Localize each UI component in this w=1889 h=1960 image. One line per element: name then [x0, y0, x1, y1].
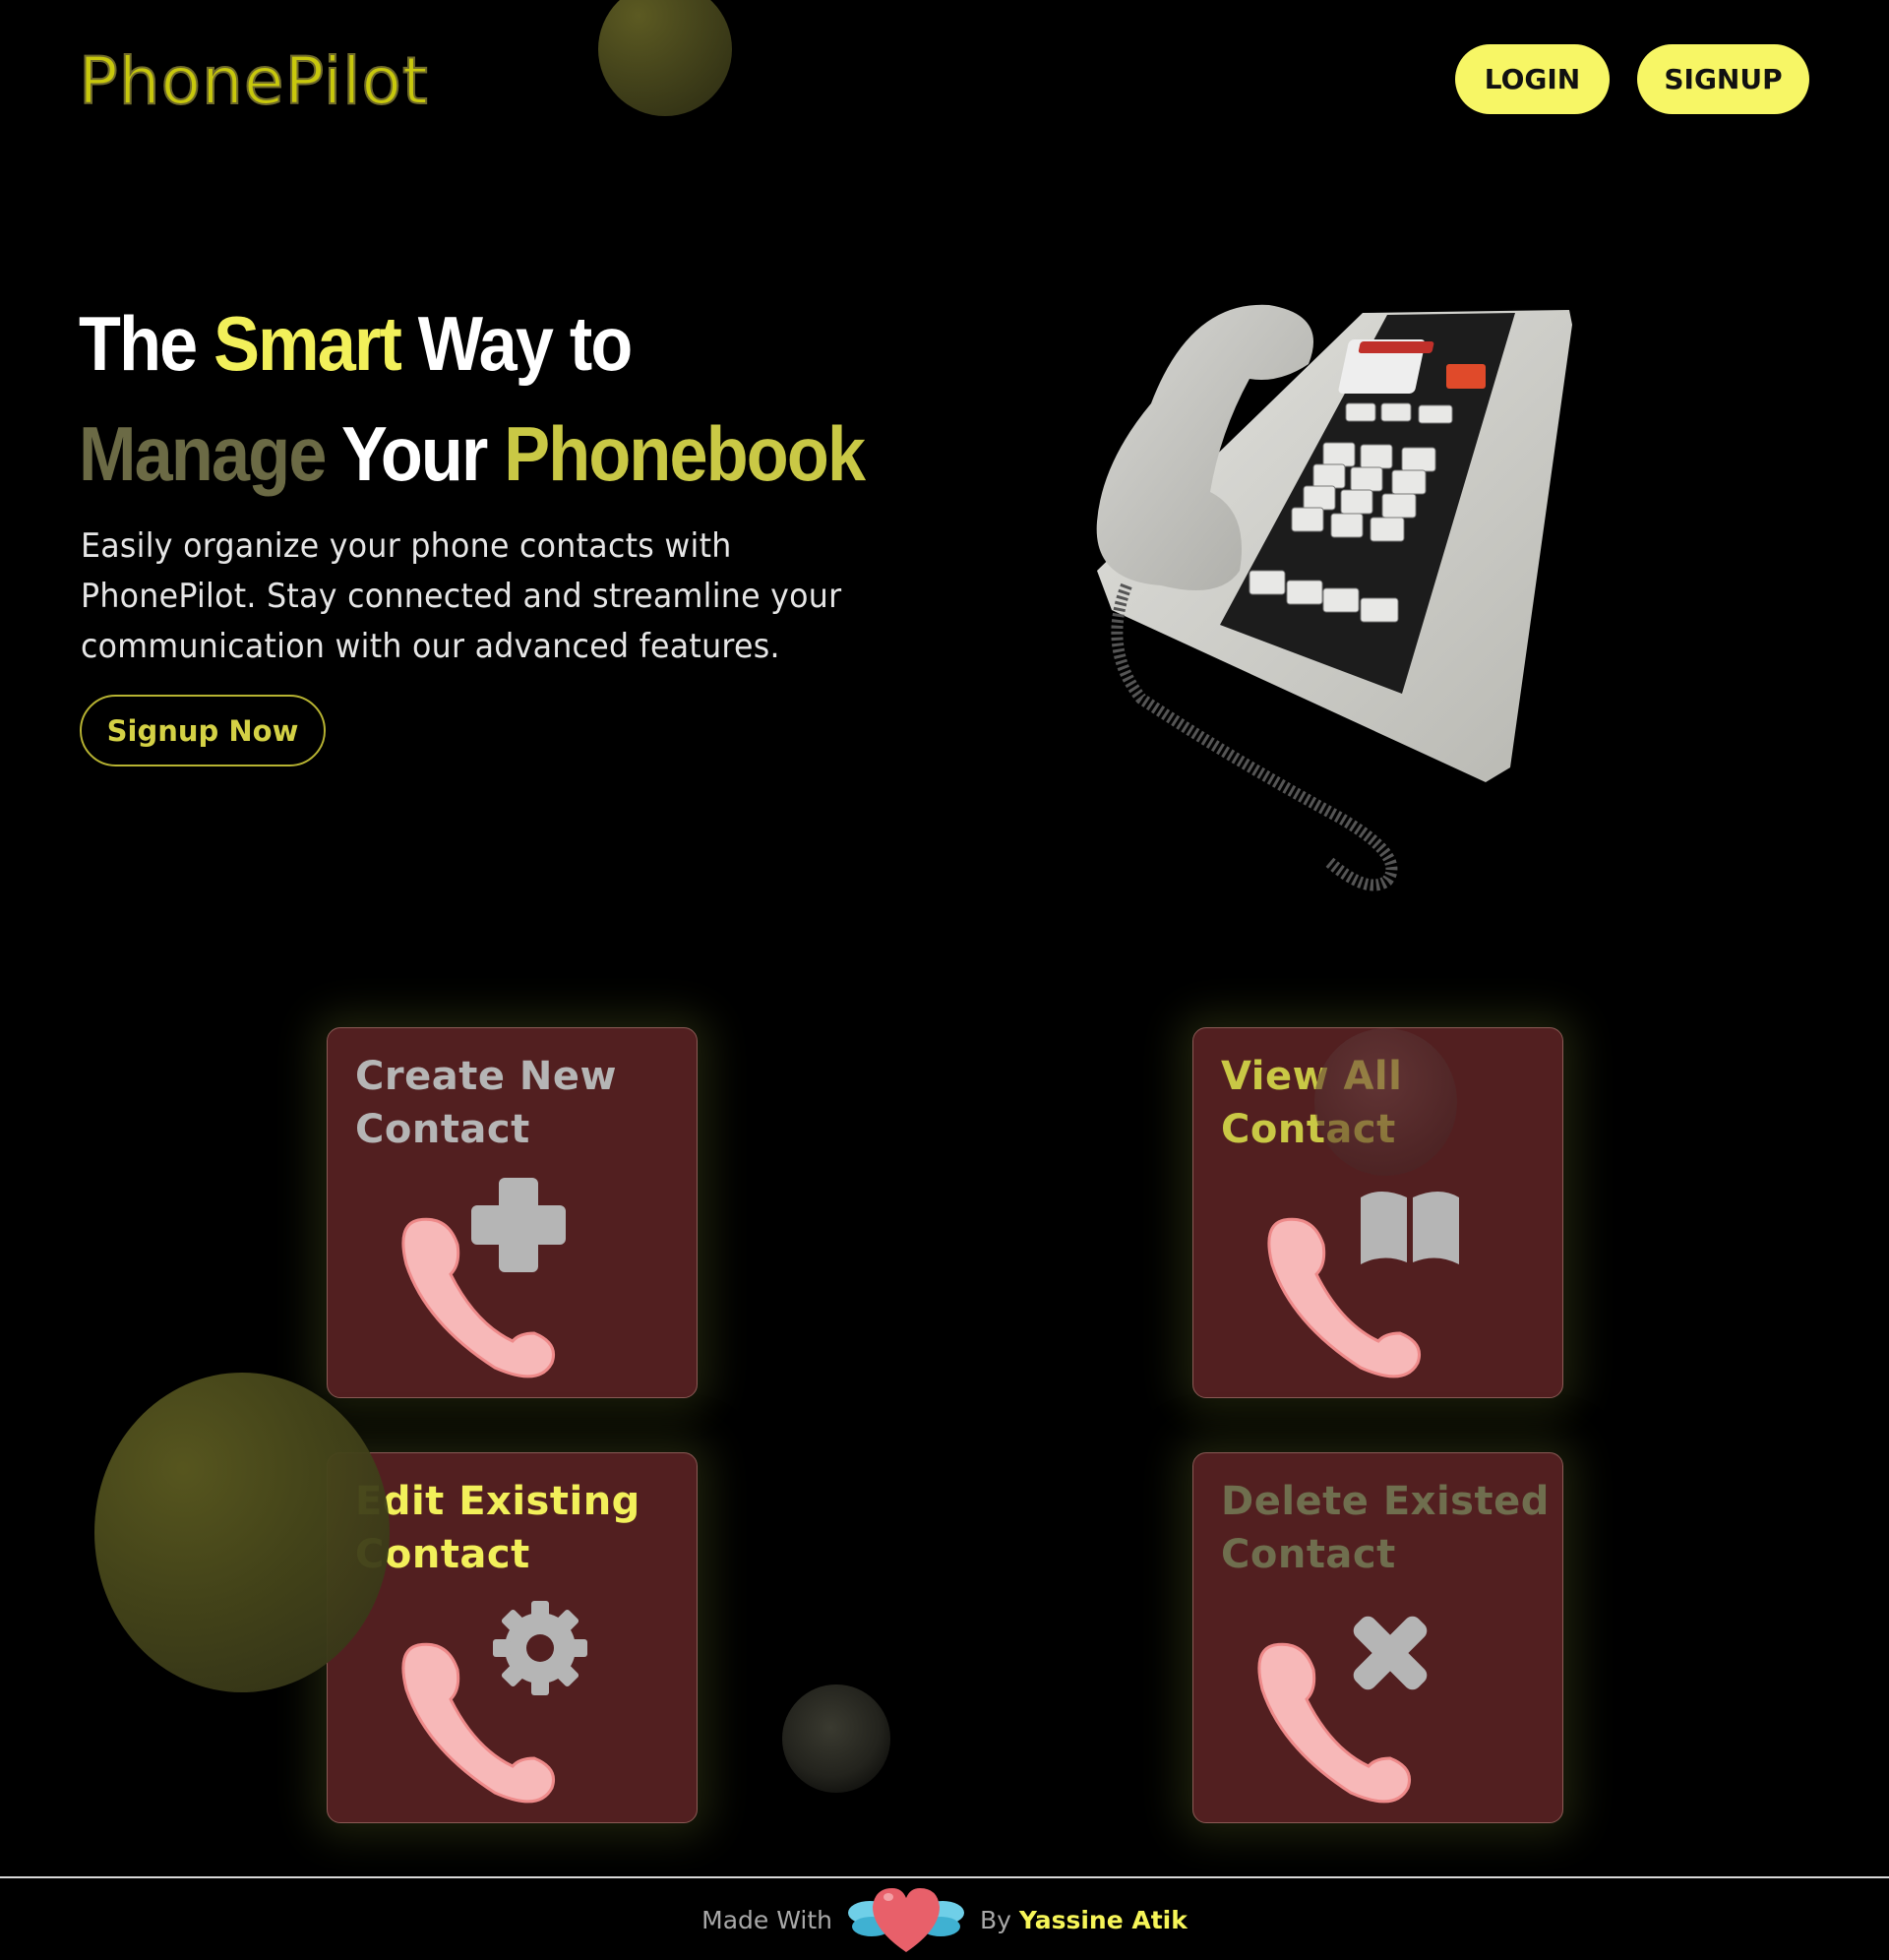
card-title: Create New Contact — [355, 1054, 617, 1152]
book-icon — [1361, 1192, 1459, 1264]
made-with-text: Made With — [701, 1905, 832, 1934]
hero-word: Manage — [79, 410, 327, 497]
decorative-sphere — [782, 1684, 890, 1793]
gear-icon — [493, 1601, 587, 1695]
hero-title-line-2: Manage Your Phonebook — [79, 398, 866, 509]
delete-contact-card[interactable]: Delete Existed Contact — [1192, 1452, 1563, 1823]
footer: Made With By Yassine Atik — [0, 1879, 1889, 1960]
create-contact-card[interactable]: Create New Contact — [327, 1027, 698, 1398]
login-button[interactable]: LOGIN — [1455, 44, 1610, 114]
hero-word: Your — [341, 410, 488, 497]
hero-title: The Smart Way to Manage Your Phonebook — [79, 288, 866, 509]
signup-now-button[interactable]: Signup Now — [80, 695, 326, 766]
by-text: By Yassine Atik — [980, 1906, 1188, 1934]
signup-button[interactable]: SIGNUP — [1637, 44, 1809, 114]
by-label: By — [979, 1905, 1011, 1934]
hero-word: The — [79, 300, 198, 387]
card-title: Delete Existed Contact — [1221, 1479, 1550, 1577]
view-all-contacts-card[interactable]: View All Contact — [1192, 1027, 1563, 1398]
decorative-sphere — [598, 0, 732, 116]
footer-divider — [0, 1876, 1889, 1878]
plus-icon — [471, 1178, 566, 1272]
hero-description: Easily organize your phone contacts with… — [81, 526, 842, 666]
author-name[interactable]: Yassine Atik — [1019, 1906, 1188, 1934]
hero-word: Phonebook — [504, 410, 866, 497]
card-title: View All Contact — [1221, 1054, 1403, 1152]
edit-contact-card[interactable]: Edit Existing Contact — [327, 1452, 698, 1823]
desk-telephone-illustration — [1096, 304, 1572, 891]
logo[interactable]: PhonePilot — [78, 42, 429, 120]
x-icon — [1353, 1616, 1428, 1690]
winged-heart-icon — [847, 1888, 964, 1952]
hero-title-line-1: The Smart Way to — [79, 288, 864, 398]
hero-word: Way to — [417, 300, 634, 387]
hero-word: Smart — [213, 300, 402, 387]
card-title: Edit Existing Contact — [355, 1479, 640, 1577]
